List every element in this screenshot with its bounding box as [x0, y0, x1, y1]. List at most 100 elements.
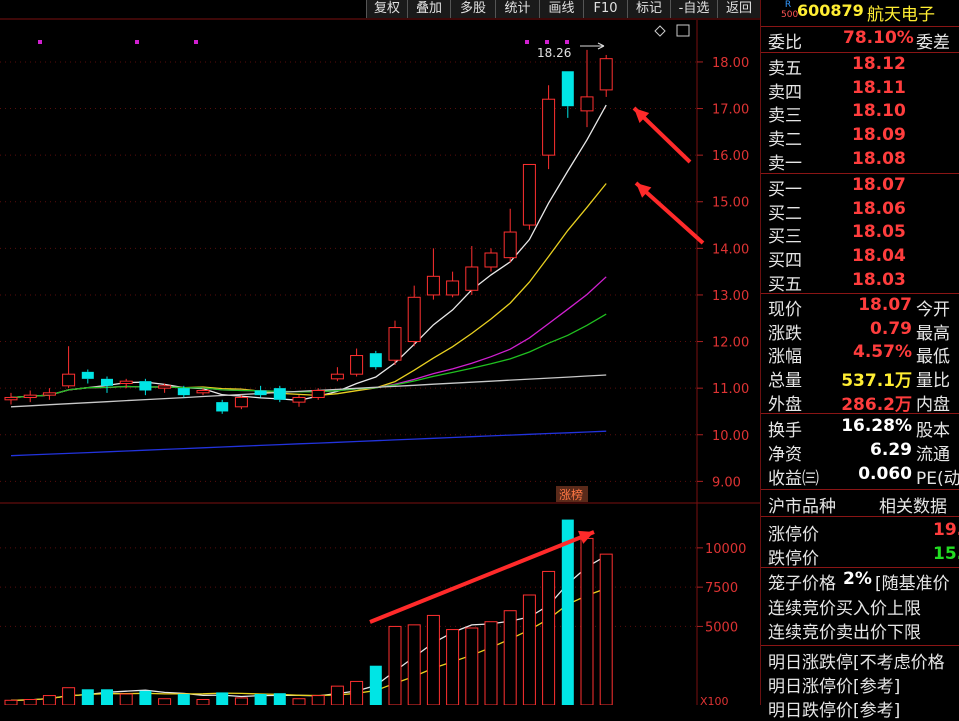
ask-label: 卖四	[768, 82, 802, 103]
price-tick-label: 12.00	[712, 336, 749, 351]
tomorrow-limit-label: 明日涨跌停[不考虑价格	[768, 653, 945, 673]
f10-button[interactable]: F10	[583, 0, 627, 18]
ask-row: 卖二 18.09	[761, 125, 959, 151]
candle-body	[407, 296, 421, 343]
volume-bar	[4, 699, 18, 705]
stat-right-label: 内盘	[916, 394, 950, 415]
stat-label: 总量	[768, 371, 802, 392]
candle-body	[234, 396, 248, 408]
candle-body	[388, 327, 402, 361]
price-tick-label: 18.00	[712, 56, 749, 71]
volume-bar	[62, 687, 76, 705]
stat2-value: 16.28%	[841, 416, 912, 436]
candle-body	[561, 71, 574, 107]
signal-marker	[135, 40, 139, 44]
ask-label: 卖二	[768, 130, 802, 151]
volume-tick-label: 10000	[705, 542, 746, 557]
stat-value: 18.07	[858, 295, 912, 315]
stat-right-label: 最高	[916, 323, 950, 344]
stat2-right-label: PE(动	[916, 469, 959, 489]
volume-bar	[542, 570, 556, 705]
stat-label: 涨跌	[768, 323, 802, 344]
stat-right-label: 最低	[916, 347, 950, 368]
cage-price-label: 笼子价格	[768, 574, 836, 594]
statistics-button[interactable]: 统计	[495, 0, 539, 18]
tomorrow-row-2: 明日涨停价[参考]	[761, 672, 959, 697]
kline-chart[interactable]: 18.00 17.00 16.00 15.00 14.00 13.00 12.00 11.00…	[0, 0, 760, 705]
price-tick-label: 15.00	[712, 196, 749, 211]
candle-body	[273, 388, 286, 400]
stock-header: R 500 600879 航天电子	[761, 0, 959, 26]
tab-sh-varieties[interactable]: 沪市品种	[768, 492, 836, 517]
candle-body	[119, 380, 133, 384]
volume-bar	[369, 665, 382, 705]
stat2-value: 6.29	[870, 440, 912, 460]
watchlist-button[interactable]: -自选	[670, 0, 717, 18]
rank-letter: R	[784, 0, 792, 10]
bid-price: 18.03	[852, 269, 906, 290]
volume-bar	[484, 621, 498, 705]
price-tick-label: 14.00	[712, 242, 749, 257]
stat-row: 涨幅 4.57% 最低	[761, 342, 959, 368]
stat-value: 537.1万	[841, 371, 912, 392]
tomorrow-row-3: 明日跌停价[参考]	[761, 696, 959, 721]
candle-body	[139, 381, 152, 391]
ask-row: 卖四 18.11	[761, 78, 959, 103]
stat-row: 外盘 286.2万 内盘	[761, 390, 959, 415]
signal-marker	[194, 40, 198, 44]
candle-body	[254, 390, 267, 396]
candle-body	[522, 163, 536, 226]
volume-bar	[446, 629, 460, 705]
candle-body	[42, 392, 56, 396]
ask-price: 18.08	[852, 148, 906, 169]
volume-bar	[407, 624, 421, 705]
volume-bar	[234, 697, 248, 705]
weibi-value: 78.10%	[843, 28, 914, 48]
candle-body	[503, 231, 517, 259]
volume-ma10-line	[10, 587, 607, 701]
signal-marker	[525, 40, 529, 44]
candle-body	[311, 389, 325, 398]
limit-up-row: 涨停价 19.	[761, 520, 959, 545]
candle-body	[350, 355, 364, 375]
weibi-label: 委比	[768, 33, 802, 53]
signal-marker	[38, 40, 42, 44]
volume-bar	[273, 693, 286, 705]
tomorrow-down-label: 明日跌停价[参考]	[768, 701, 901, 721]
window-icon[interactable]	[676, 24, 690, 37]
bid-price: 18.05	[852, 222, 906, 243]
candle-body	[330, 373, 344, 380]
cage-price-row: 笼子价格 2% [随基准价	[761, 569, 959, 594]
candle-body	[4, 396, 18, 401]
stat-label: 外盘	[768, 394, 802, 415]
tag-label: 涨榜	[559, 487, 583, 502]
price-tick-label: 10.00	[712, 429, 749, 444]
tab-related-data[interactable]: 相关数据	[879, 492, 947, 517]
bid-price: 18.04	[852, 246, 906, 267]
draw-line-button[interactable]: 画线	[539, 0, 583, 18]
candle-body	[177, 388, 190, 396]
candle-body	[158, 385, 172, 389]
candle-body	[465, 266, 479, 291]
mark-button[interactable]: 标记	[627, 0, 670, 18]
stat-row: 现价 18.07 今开	[761, 295, 959, 320]
overlay-button[interactable]: 叠加	[407, 0, 450, 18]
price-tick-label: 9.00	[712, 475, 741, 490]
fuquan-button[interactable]: 复权	[366, 0, 407, 18]
ask-row: 卖三 18.10	[761, 101, 959, 127]
volume-tick-label: 7500	[705, 581, 738, 596]
stat-right-label: 今开	[916, 300, 950, 320]
back-button[interactable]: 返回	[717, 0, 760, 18]
volume-bar	[522, 594, 536, 705]
annotation-arrow-volume	[369, 530, 595, 624]
volume-bar	[101, 689, 113, 705]
bid-price: 18.06	[852, 198, 906, 219]
bid-row: 买二 18.06	[761, 198, 959, 224]
stat2-row: 净资 6.29 流通	[761, 440, 959, 465]
rank-number: 500	[781, 10, 799, 20]
stat2-right-label: 股本	[916, 421, 950, 441]
price-tick-label: 16.00	[712, 149, 749, 164]
multi-stock-button[interactable]: 多股	[450, 0, 495, 18]
ask-label: 卖三	[768, 106, 802, 127]
stat2-row: 换手 16.28% 股本	[761, 416, 959, 441]
